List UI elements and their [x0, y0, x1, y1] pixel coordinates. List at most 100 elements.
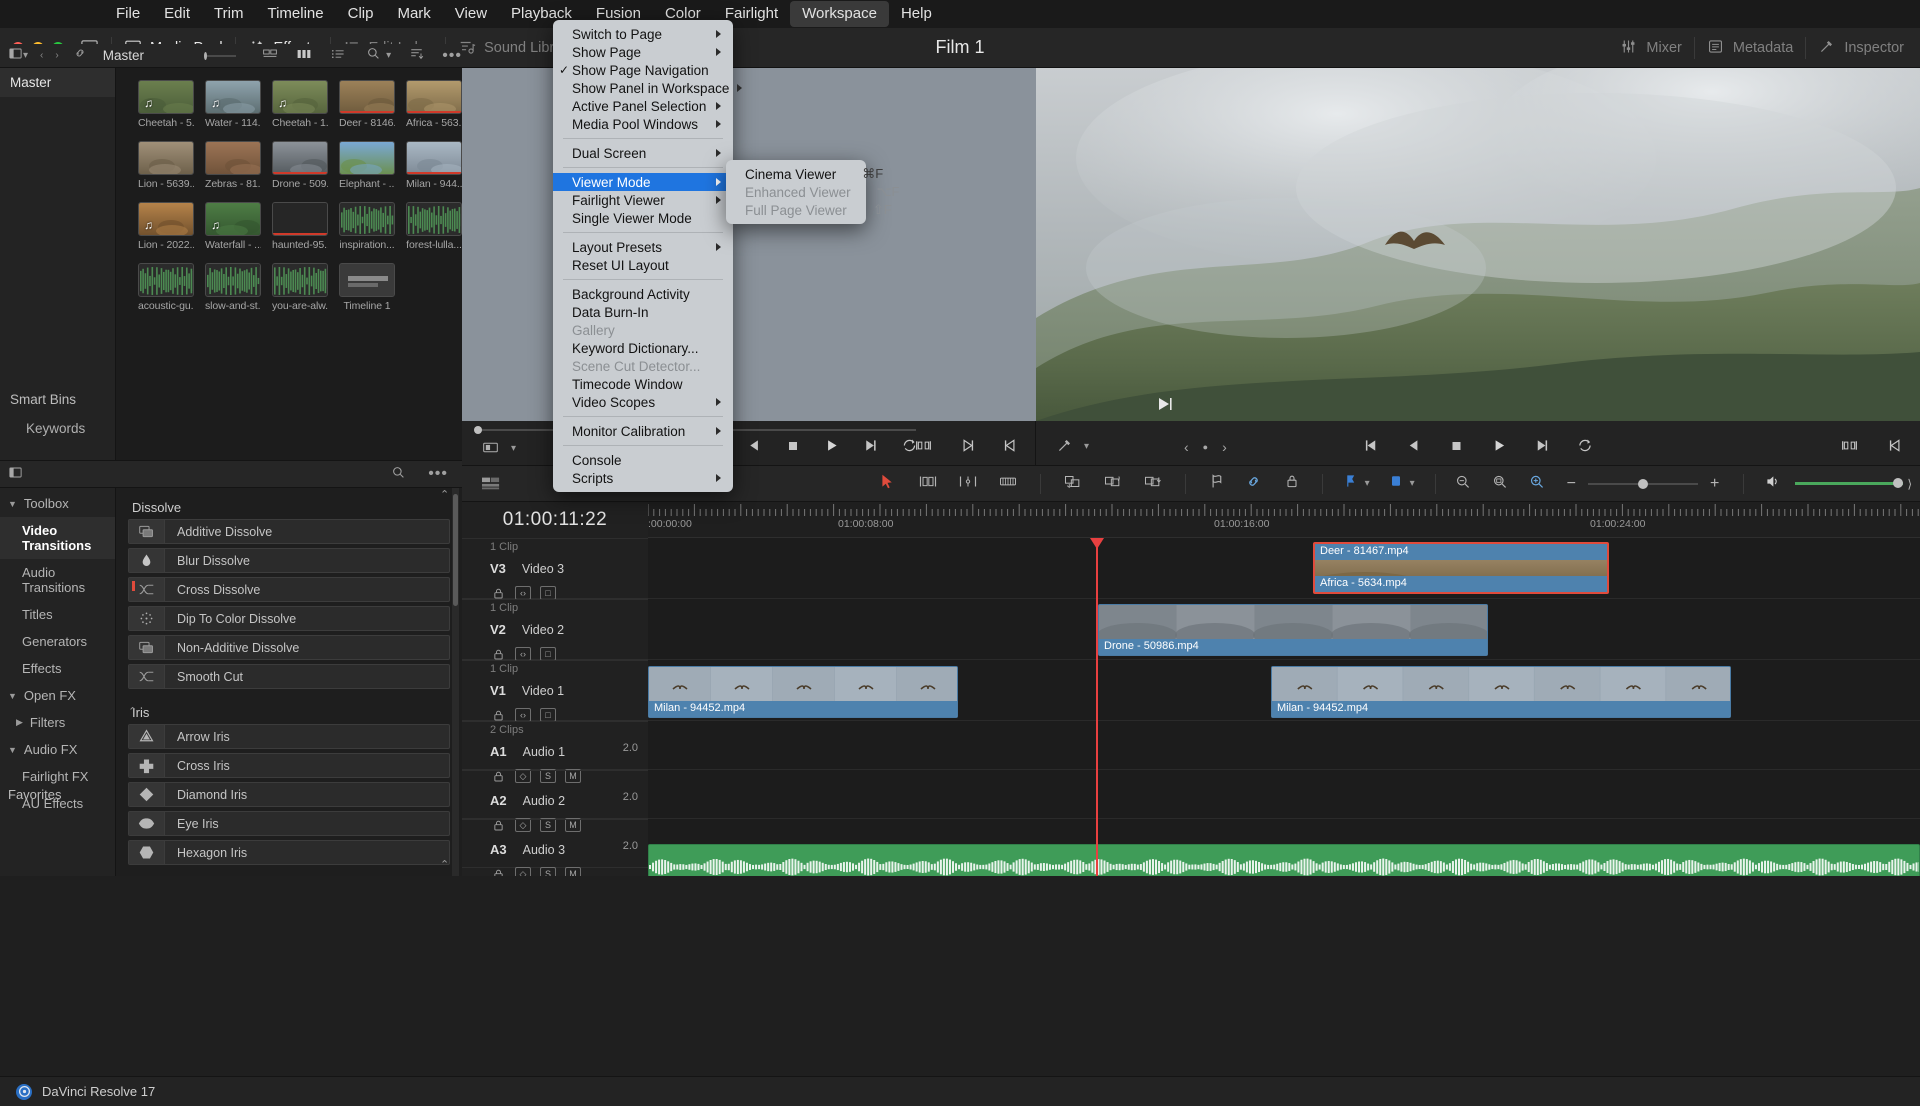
media-thumbnail[interactable] [406, 141, 462, 175]
tl-step-back-icon[interactable] [1406, 437, 1423, 459]
more-options-icon[interactable]: ••• [442, 47, 462, 65]
media-thumbnail[interactable] [138, 263, 194, 297]
media-thumbnail[interactable]: ♫ [138, 202, 194, 236]
media-pool-item[interactable]: slow-and-st... [205, 263, 261, 312]
snapping-icon[interactable] [1063, 473, 1083, 495]
workspace-dropdown-menu[interactable]: Switch to Page Show Page ✓ Show Page Naviga… [553, 20, 743, 492]
collapse-top-icon[interactable]: ⌃ [440, 488, 449, 501]
bin-item-master[interactable]: Master [0, 68, 115, 97]
timeline-marker-buttons[interactable] [1840, 437, 1904, 459]
effects-scrollbar-thumb[interactable] [453, 494, 458, 606]
track-header-a1[interactable]: 2 Clips A1 Audio 1 ◇ S M 2.0 [462, 721, 648, 783]
menu-item-viewer-mode[interactable]: Viewer Mode [553, 173, 733, 191]
menu-item-reset-ui-layout[interactable]: Reset UI Layout [553, 256, 733, 274]
link-icon[interactable] [73, 46, 87, 65]
media-thumbnail[interactable] [205, 141, 261, 175]
media-pool-item[interactable]: Elephant - ... [339, 141, 395, 190]
effects-scrollbar[interactable] [452, 488, 459, 876]
menu-item-show-panel-in-workspace[interactable]: Show Panel in Workspace [553, 79, 743, 97]
effect-item[interactable]: Blur Dissolve [128, 548, 450, 573]
effect-item[interactable]: Dip To Color Dissolve [128, 606, 450, 631]
speaker-icon[interactable] [1764, 473, 1781, 495]
menu-edit[interactable]: Edit [152, 1, 202, 27]
viewer-mode-icon[interactable] [482, 439, 501, 458]
media-pool-item[interactable]: Drone - 509... [272, 141, 328, 190]
filmstrip-view-icon[interactable] [296, 46, 312, 65]
effects-tree-item-audio-fx[interactable]: ▼ Audio FX [0, 736, 115, 763]
media-pool-item[interactable]: ♫ Cheetah - 5... [138, 80, 194, 129]
zoom-slider-track[interactable] [1587, 478, 1698, 489]
zoom-detail-icon[interactable] [1528, 473, 1547, 495]
track-lock-icon[interactable] [490, 647, 506, 661]
media-thumbnail[interactable] [272, 263, 328, 297]
menu-mark[interactable]: Mark [385, 1, 442, 27]
trim-edit-icon[interactable] [918, 473, 938, 495]
menu-item-keyword-dictionary[interactable]: Keyword Dictionary... [553, 339, 733, 357]
effects-sidebar-toggle-icon[interactable] [8, 465, 27, 484]
viewer-nav-arrows[interactable]: ‹ ● › [1184, 439, 1227, 455]
media-pool-item[interactable]: you-are-alw... [272, 263, 328, 312]
effect-item[interactable]: Smooth Cut [128, 664, 450, 689]
media-thumbnail[interactable] [339, 141, 395, 175]
list-view-icon[interactable] [330, 46, 346, 65]
effects-search-icon[interactable] [391, 465, 410, 484]
effect-item[interactable]: Diamond Iris [128, 782, 450, 807]
media-thumbnail[interactable] [339, 202, 395, 236]
chevron-right-icon[interactable]: ▶ [16, 717, 23, 728]
chevron-down-icon[interactable]: ▼ [8, 691, 17, 701]
menu-item-timecode-window[interactable]: Timecode Window [553, 375, 733, 393]
timeline-clip[interactable]: Deer - 81467.mp4 Africa - 5634.mp4 [1313, 542, 1609, 594]
track-header-v1[interactable]: 1 Clip V1 Video 1 ‹› □ [462, 660, 648, 722]
media-thumbnail[interactable] [272, 202, 328, 236]
tl-stop-icon[interactable] [1449, 438, 1465, 459]
menu-item-video-scopes[interactable]: Video Scopes [553, 393, 733, 411]
media-thumbnail[interactable]: ♫ [272, 80, 328, 114]
volume-slider-track[interactable] [1795, 478, 1904, 488]
effects-tree-item-titles[interactable]: Titles [0, 601, 115, 628]
chevron-down-icon[interactable]: ▼ [8, 745, 17, 755]
media-thumbnail[interactable] [406, 80, 462, 114]
source-transport-buttons[interactable] [707, 437, 918, 459]
effect-item[interactable]: Eye Iris [128, 811, 450, 836]
menu-help[interactable]: Help [889, 1, 944, 27]
media-pool-item[interactable]: Zebras - 81... [205, 141, 261, 190]
effects-tree-item-open-fx[interactable]: ▼ Open FX [0, 682, 115, 709]
timeline-viewer[interactable] [1036, 68, 1920, 421]
annotation-icon[interactable] [1056, 437, 1075, 456]
effects-list[interactable]: Dissolve Additive Dissolve Blur Dissolve Cr… [116, 488, 462, 876]
media-thumbnail[interactable] [205, 263, 261, 297]
effects-tree-item-video-transitions[interactable]: Video Transitions [0, 517, 115, 559]
effects-tree-item-toolbox[interactable]: ▼ Toolbox [0, 490, 115, 517]
media-thumbnail[interactable]: ♫ [205, 202, 261, 236]
media-thumbnail[interactable] [406, 202, 462, 236]
track-lane-v3[interactable] [648, 538, 1920, 599]
menu-item-switch-to-page[interactable]: Switch to Page [553, 25, 733, 43]
menu-timeline[interactable]: Timeline [255, 1, 335, 27]
tl-mark-in-icon[interactable] [1887, 437, 1904, 459]
razor-edit-icon[interactable] [998, 473, 1018, 495]
menu-item-active-panel-selection[interactable]: Active Panel Selection [553, 97, 733, 115]
media-pool-item[interactable]: ♫ Waterfall - ... [205, 202, 261, 251]
stop-icon[interactable] [785, 438, 801, 459]
metadata-button[interactable]: Metadata [1697, 34, 1803, 61]
effect-item[interactable]: Cross Dissolve [128, 577, 450, 602]
play-icon[interactable] [823, 437, 840, 459]
effects-tree[interactable]: ▼ Toolbox Video Transitions Audio Transitio… [0, 488, 116, 876]
menu-item-single-viewer-mode[interactable]: Single Viewer Mode [553, 209, 733, 227]
media-pool-item[interactable]: acoustic-gu... [138, 263, 194, 312]
media-pool-item[interactable]: inspiration... [339, 202, 395, 251]
effect-item[interactable]: Additive Dissolve [128, 519, 450, 544]
mark-in-out-icon[interactable] [914, 437, 933, 459]
next-icon[interactable]: › [1222, 439, 1227, 455]
effect-item[interactable]: Cross Iris [128, 753, 450, 778]
zoom-in-icon[interactable]: + [1710, 475, 1719, 493]
effects-tree-item-filters[interactable]: ▶ Filters [0, 709, 115, 736]
tl-skip-back-icon[interactable] [1363, 437, 1380, 459]
media-pool-item[interactable]: Africa - 563... [406, 80, 462, 129]
menu-item-monitor-calibration[interactable]: Monitor Calibration [553, 422, 733, 440]
play-marker-icon[interactable] [1156, 395, 1174, 413]
menu-item-data-burn-in[interactable]: Data Burn-In [553, 303, 733, 321]
viewer-mode-submenu[interactable]: Cinema Viewer ⌘F Enhanced Viewer ⌥F Full Pag… [726, 160, 900, 224]
media-pool-grid[interactable]: ♫ Cheetah - 5... ♫ Water - 114... ♫ Cheetah -… [116, 68, 462, 460]
flag-blue-chevron-icon[interactable]: ▾ [1410, 478, 1415, 489]
